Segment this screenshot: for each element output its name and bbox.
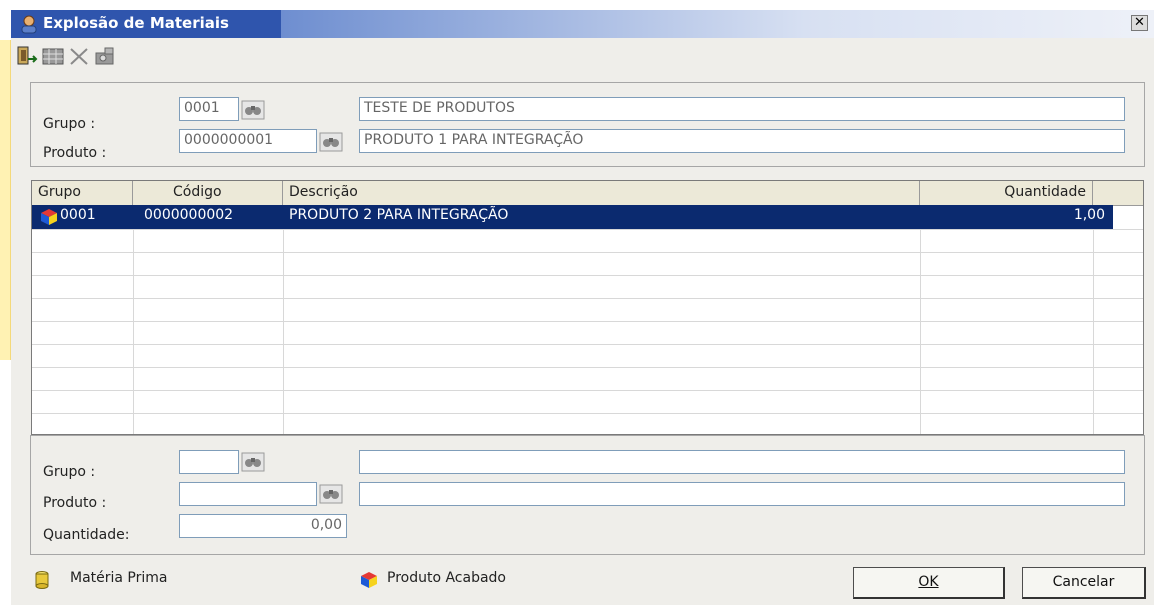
header-form-panel: Grupo : 0001 TESTE DE PRODUTOS Produto :… <box>30 82 1145 167</box>
grupo-search-icon[interactable] <box>241 99 265 121</box>
cell-descricao: PRODUTO 2 PARA INTEGRAÇÃO <box>289 207 509 223</box>
entry-quantidade-field[interactable]: 0,00 <box>179 514 347 538</box>
entry-produto-code-field[interactable] <box>179 482 317 506</box>
legend-produto-acabado: Produto Acabado <box>387 570 506 586</box>
produto-acabado-legend-icon <box>361 572 377 588</box>
close-icon: ✕ <box>1134 15 1145 30</box>
cell-grupo: 0001 <box>60 207 96 223</box>
entry-produto-search-icon[interactable] <box>319 483 343 505</box>
column-header-grupo[interactable]: Grupo <box>32 181 133 205</box>
produto-description-field[interactable]: PRODUTO 1 PARA INTEGRAÇÃO <box>359 129 1125 153</box>
entry-grupo-search-icon[interactable] <box>241 451 265 473</box>
column-header-quantidade[interactable]: Quantidade <box>920 181 1093 205</box>
cell-quantidade: 1,00 <box>1073 207 1105 223</box>
entry-produto-label: Produto : <box>43 495 107 511</box>
camera-icon[interactable] <box>93 44 117 68</box>
grid-header: Grupo Código Descrição Quantidade <box>32 181 1143 206</box>
produto-code-field[interactable]: 0000000001 <box>179 129 317 153</box>
close-button[interactable]: ✕ <box>1131 15 1148 31</box>
grupo-code-field[interactable]: 0001 <box>179 97 239 121</box>
legend-materia-prima: Matéria Prima <box>70 570 168 586</box>
cancelar-button[interactable]: Cancelar <box>1022 567 1146 599</box>
entry-form-panel: Grupo : Produto : Quantidade: 0,00 <box>30 435 1145 555</box>
title-bar: Explosão de Materiais ✕ <box>11 10 1154 38</box>
entry-grupo-code-field[interactable] <box>179 450 239 474</box>
entry-grupo-description-field[interactable] <box>359 450 1125 474</box>
cell-codigo: 0000000002 <box>144 207 234 223</box>
exit-icon[interactable] <box>15 44 39 68</box>
entry-quantidade-label: Quantidade: <box>43 527 130 543</box>
entry-grupo-label: Grupo : <box>43 464 96 480</box>
ok-button[interactable]: OK <box>853 567 1005 599</box>
materials-grid[interactable]: Grupo Código Descrição Quantidade 0001 0… <box>31 180 1144 435</box>
grid-body: 0001 0000000002 PRODUTO 2 PARA INTEGRAÇÃ… <box>32 205 1143 434</box>
grupo-description-field[interactable]: TESTE DE PRODUTOS <box>359 97 1125 121</box>
window-title: Explosão de Materiais <box>43 14 229 32</box>
dialog-window: Explosão de Materiais ✕ Grupo : 0001 TES… <box>11 10 1154 605</box>
app-user-icon <box>21 15 37 34</box>
grupo-label: Grupo : <box>43 116 96 132</box>
left-strip <box>0 0 11 605</box>
left-highlight-band <box>0 40 11 360</box>
entry-produto-description-field[interactable] <box>359 482 1125 506</box>
produto-label: Produto : <box>43 145 107 161</box>
delete-icon[interactable] <box>67 44 91 68</box>
materia-prima-icon <box>35 571 49 589</box>
table-row[interactable]: 0001 0000000002 PRODUTO 2 PARA INTEGRAÇÃ… <box>32 205 1113 229</box>
column-header-codigo[interactable]: Código <box>133 181 283 205</box>
toolbar <box>11 40 1154 72</box>
grid-icon[interactable] <box>41 44 65 68</box>
produto-search-icon[interactable] <box>319 131 343 153</box>
column-header-descricao[interactable]: Descrição <box>283 181 920 205</box>
produto-acabado-icon <box>41 209 57 225</box>
